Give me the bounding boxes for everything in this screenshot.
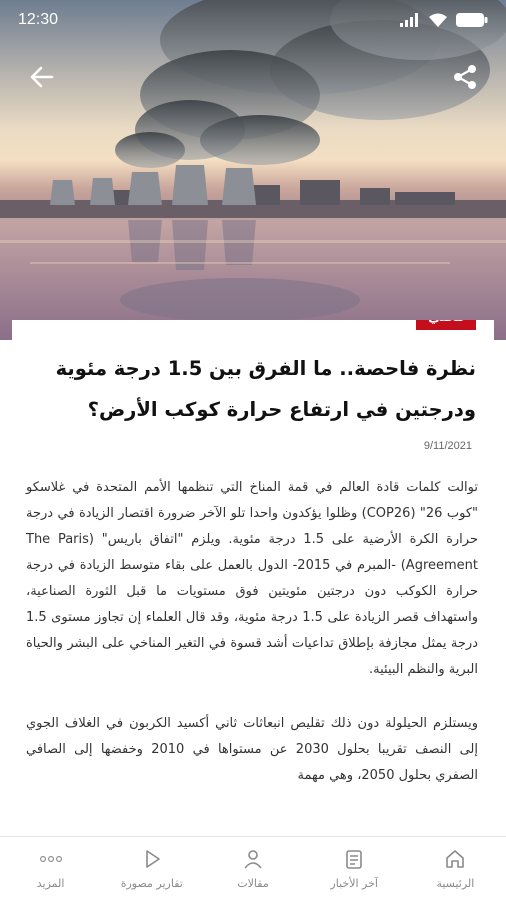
battery-icon	[456, 13, 488, 27]
nav-item-home[interactable]: الرئيسية	[405, 837, 506, 900]
person-icon	[241, 847, 265, 871]
wifi-icon	[429, 13, 447, 27]
article-body: توالت كلمات قادة العالم في قمة المناخ ال…	[26, 475, 478, 817]
article-date: 9/11/2021	[423, 440, 472, 452]
bottom-navigation: الرئيسية آخر الأخبار مقالات تقارير مصورة	[0, 836, 506, 900]
home-icon	[443, 847, 467, 871]
share-button[interactable]	[446, 58, 484, 96]
nav-item-more[interactable]: المزيد	[0, 837, 101, 900]
arrow-left-icon	[30, 66, 54, 88]
article-title: نظرة فاحصة.. ما الفرق بين 1.5 درجة مئوية…	[55, 357, 476, 421]
category-badge[interactable]: محلي	[416, 320, 476, 330]
nav-label: تقارير مصورة	[120, 877, 183, 890]
nav-item-photo-reports[interactable]: تقارير مصورة	[101, 837, 202, 900]
share-icon	[454, 65, 476, 89]
nav-label: الرئيسية	[436, 877, 475, 890]
hero-image	[0, 0, 506, 340]
nav-label: المزيد	[36, 877, 65, 890]
more-icon	[39, 847, 63, 871]
nav-label: آخر الأخبار	[330, 877, 378, 890]
nav-item-articles[interactable]: مقالات	[202, 837, 303, 900]
back-button[interactable]	[22, 58, 60, 96]
article-card: محلي نظرة فاحصة.. ما الفرق بين 1.5 درجة …	[12, 320, 494, 860]
status-icons	[400, 13, 488, 28]
nav-item-latest-news[interactable]: آخر الأخبار	[304, 837, 405, 900]
article-paragraph: ويستلزم الحيلولة دون ذلك تقليص انبعاثات …	[26, 716, 479, 783]
cellular-signal-icon	[400, 13, 418, 27]
news-icon	[342, 847, 366, 871]
article-paragraph: توالت كلمات قادة العالم في قمة المناخ ال…	[26, 480, 478, 677]
nav-label: مقالات	[237, 877, 269, 890]
status-time: 12:30	[18, 11, 59, 28]
status-bar: 12:30	[0, 0, 506, 40]
play-icon	[140, 847, 164, 871]
power-plant-illustration	[0, 0, 506, 340]
